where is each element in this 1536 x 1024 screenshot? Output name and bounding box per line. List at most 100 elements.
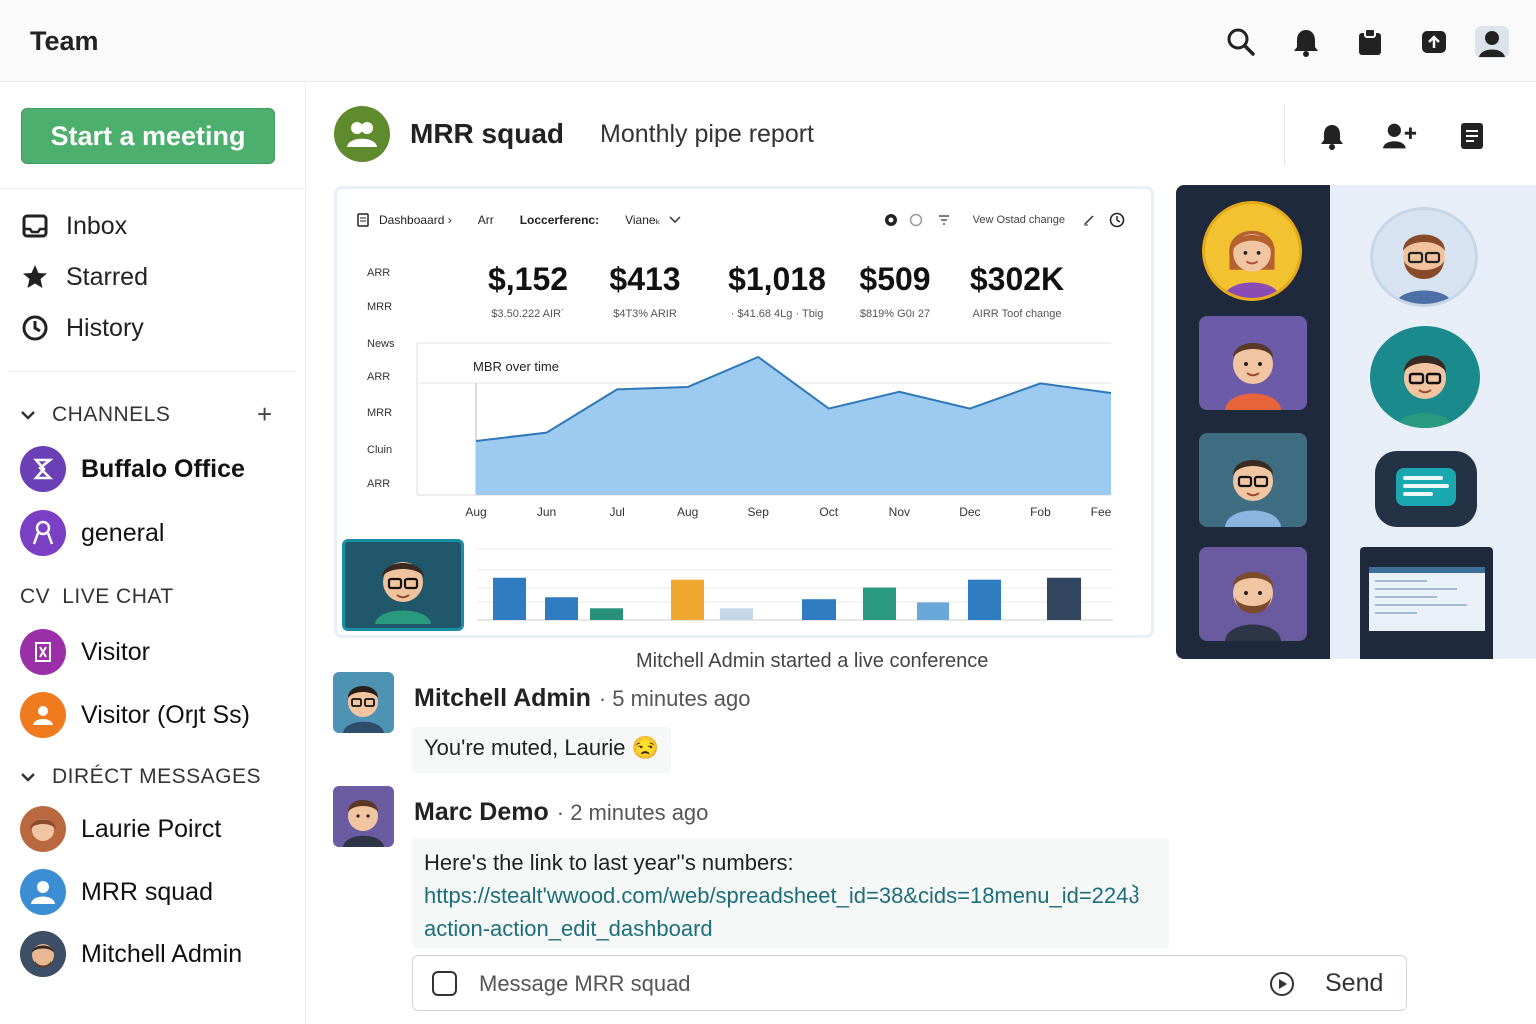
user-avatar: [20, 931, 66, 977]
start-meeting-button[interactable]: Start a meeting: [21, 108, 275, 164]
channel-avatar: [20, 510, 66, 556]
participant-tile[interactable]: [1202, 201, 1302, 301]
participant-tile[interactable]: [1199, 547, 1307, 641]
channels-header-label: CHANNELS: [52, 403, 171, 426]
area-fill: [476, 357, 1111, 495]
message-link[interactable]: action-action_edit_dashboard: [424, 912, 1157, 945]
chat-panel-icon[interactable]: [1375, 451, 1477, 527]
participant-avatar: [1225, 572, 1281, 641]
add-user-icon[interactable]: [1382, 118, 1418, 154]
system-notice: Mitchell Admin started a live conference: [636, 650, 989, 672]
star-icon: [20, 262, 50, 292]
dm-label: Mitchell Admin: [81, 939, 243, 968]
message-avatar[interactable]: [333, 786, 394, 847]
x-tick-label: Fee: [1090, 505, 1112, 519]
participant-avatar: [1225, 343, 1281, 410]
message-bubble: Here's the link to last year''s numbers:…: [412, 838, 1169, 948]
sidebar-item-general[interactable]: general: [20, 509, 164, 557]
chevron-down-icon: [20, 405, 40, 426]
participant-avatar: [1225, 460, 1281, 527]
x-tick-label: Nov: [888, 505, 910, 519]
app-title: Team: [30, 26, 99, 56]
message-link[interactable]: https://stealt'wwood.com/web/spreadsheet…: [424, 879, 1157, 912]
divider: [1284, 104, 1285, 166]
sidebar-item-label: History: [66, 313, 144, 342]
channels-header[interactable]: CHANNELS: [20, 400, 170, 430]
author-name[interactable]: Mitchell Admin: [414, 684, 591, 712]
message-timestamp: · 2 minutes ago: [556, 800, 709, 825]
x-tick-label: Jun: [536, 505, 557, 519]
x-tick-label: Aug: [465, 505, 487, 519]
emoji-toggle-checkbox[interactable]: [432, 971, 457, 996]
sidebar-item-label: Inbox: [66, 211, 128, 240]
author-name[interactable]: Marc Demo: [414, 798, 549, 826]
message-bubble: You're muted, Laurie 😒: [412, 727, 672, 773]
dm-item-mitchell-admin[interactable]: Mitchell Admin: [20, 930, 242, 978]
message-author[interactable]: Marc Demo · 2 minutes ago: [414, 798, 708, 827]
sidebar-item-history[interactable]: History: [20, 308, 144, 348]
visitor-avatar: [20, 692, 66, 738]
shared-screen-thumbnail[interactable]: [1360, 547, 1493, 659]
live-chat-header[interactable]: CV LIVE CHAT: [20, 582, 174, 612]
sidebar-item-buffalo-office[interactable]: Buffalo Office: [20, 445, 245, 493]
sidebar-item-visitor[interactable]: Visitor: [20, 628, 150, 676]
channel-label: Buffalo Office: [81, 454, 245, 483]
x-tick-label: Dec: [959, 505, 981, 519]
channel-label: Visitor: [81, 637, 151, 666]
send-button[interactable]: Send: [1325, 969, 1383, 998]
message-input[interactable]: Message MRR squad: [479, 971, 691, 997]
message-author[interactable]: Mitchell Admin · 5 minutes ago: [414, 684, 751, 713]
dm-label: Laurie Poirct: [81, 814, 222, 843]
participant-tile[interactable]: [1199, 433, 1307, 527]
participant-avatar: [375, 562, 431, 624]
conversation-title: MRR squad: [410, 118, 564, 149]
visitor-avatar: [20, 629, 66, 675]
sidebar-item-inbox[interactable]: Inbox: [20, 206, 127, 246]
conversation-header: MRR squad Monthly pipe report: [306, 82, 1536, 182]
dm-item-laurie[interactable]: Laurie Poirct: [20, 805, 221, 853]
self-view-video[interactable]: [342, 539, 464, 631]
clipboard-icon[interactable]: [1350, 22, 1390, 62]
add-channel-icon[interactable]: +: [257, 399, 272, 430]
message-avatar[interactable]: [333, 672, 394, 733]
bar: [671, 579, 704, 620]
search-icon[interactable]: [1221, 22, 1261, 62]
user-avatar: [20, 806, 66, 852]
live-chat-header-label: LIVE CHAT: [62, 585, 174, 608]
participant-avatar: [1397, 355, 1453, 428]
x-tick-label: Jul: [609, 505, 625, 519]
x-tick-label: Oct: [819, 505, 839, 519]
participant-tile[interactable]: [1370, 326, 1480, 428]
live-chat-prefix: CV: [20, 585, 51, 608]
participant-avatar: [1394, 234, 1454, 304]
notification-icon[interactable]: [1314, 118, 1350, 154]
group-avatar: [334, 106, 390, 162]
sidebar-item-visitor-2[interactable]: Visitor (Orȷt Ss): [20, 691, 250, 739]
share-screen-icon[interactable]: [1414, 22, 1454, 62]
user-avatar: [343, 800, 384, 847]
bar: [863, 587, 896, 620]
top-bar: Team: [0, 0, 1536, 82]
user-avatar-icon[interactable]: [1472, 22, 1512, 62]
participant-tile[interactable]: [1199, 316, 1307, 410]
channel-label: general: [81, 518, 165, 547]
bar: [968, 579, 1001, 620]
divider: [0, 188, 306, 189]
sidebar: Start a meeting Inbox Starred History CH…: [0, 82, 306, 1024]
dm-header-label: DIRÉCT MESSAGES: [52, 765, 261, 788]
bar: [590, 608, 623, 620]
dm-label: MRR squad: [81, 877, 213, 906]
message-composer[interactable]: Message MRR squad Send: [412, 955, 1407, 1011]
dm-item-mrr-squad[interactable]: MRR squad: [20, 868, 213, 916]
x-tick-label: Fob: [1030, 505, 1051, 519]
shared-screen[interactable]: Dashboaard › Arr Loccerferenc: Vianeₖ Ve…: [334, 186, 1154, 638]
play-icon[interactable]: [1269, 971, 1295, 1002]
direct-messages-header[interactable]: DIRÉCT MESSAGES: [20, 762, 261, 792]
video-conference-grid: [1176, 185, 1536, 659]
participant-tile[interactable]: [1370, 207, 1478, 307]
document-icon[interactable]: [1454, 118, 1490, 154]
bar: [720, 608, 753, 620]
bell-icon[interactable]: [1286, 22, 1326, 62]
sidebar-item-starred[interactable]: Starred: [20, 257, 148, 297]
chevron-down-icon: [20, 767, 40, 788]
